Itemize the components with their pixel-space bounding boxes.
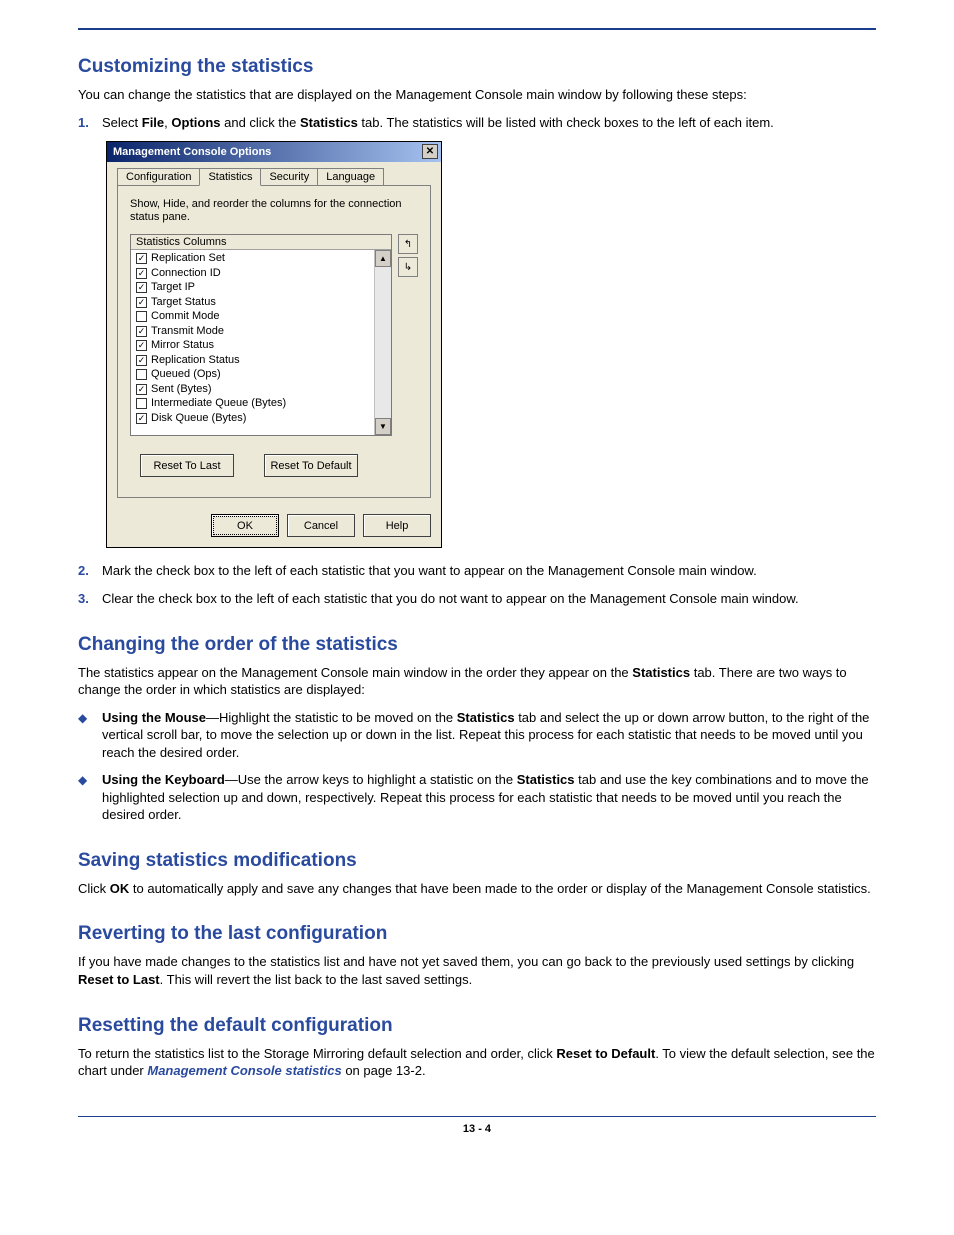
changing-intro: The statistics appear on the Management …: [78, 664, 876, 699]
checkbox-icon[interactable]: ✓: [136, 297, 147, 308]
list-item[interactable]: ✓ Sent (Bytes): [131, 382, 374, 397]
list-item-label: Mirror Status: [151, 338, 214, 353]
help-button[interactable]: Help: [363, 514, 431, 537]
diamond-icon: ◆: [78, 771, 102, 788]
bullet-keyboard: ◆ Using the Keyboard—Use the arrow keys …: [78, 771, 876, 824]
listbox-header: Statistics Columns: [131, 235, 391, 250]
statistics-listbox[interactable]: Statistics Columns ✓ Replication Set ✓ Conn…: [130, 234, 392, 436]
heading-reverting: Reverting to the last configuration: [78, 923, 876, 945]
list-item-label: Queued (Ops): [151, 367, 221, 382]
scrollbar[interactable]: ▲ ▼: [374, 250, 391, 435]
list-item-label: Intermediate Queue (Bytes): [151, 396, 286, 411]
saving-text: Click OK to automatically apply and save…: [78, 880, 876, 898]
tab-security[interactable]: Security: [260, 168, 318, 185]
list-item-label: Transmit Mode: [151, 324, 224, 339]
list-item[interactable]: Queued (Ops): [131, 367, 374, 382]
checkbox-icon[interactable]: ✓: [136, 384, 147, 395]
ok-button[interactable]: OK: [211, 514, 279, 537]
reset-to-default-button[interactable]: Reset To Default: [264, 454, 358, 477]
reverting-text: If you have made changes to the statisti…: [78, 953, 876, 988]
list-item-label: Sent (Bytes): [151, 382, 212, 397]
dialog-title: Management Console Options: [113, 146, 271, 158]
step-3: 3. Clear the check box to the left of ea…: [78, 590, 876, 608]
top-rule: [78, 28, 876, 30]
customizing-intro: You can change the statistics that are d…: [78, 86, 876, 104]
step-num-1: 1.: [78, 114, 102, 132]
heading-saving: Saving statistics modifications: [78, 850, 876, 872]
heading-changing: Changing the order of the statistics: [78, 634, 876, 656]
list-item[interactable]: Commit Mode: [131, 309, 374, 324]
scroll-down-icon[interactable]: ▼: [375, 418, 391, 435]
step-num-3: 3.: [78, 590, 102, 608]
step-2: 2. Mark the check box to the left of eac…: [78, 562, 876, 580]
close-icon[interactable]: ✕: [422, 144, 438, 159]
dialog-screenshot: Management Console Options ✕ Configurati…: [106, 141, 876, 548]
list-item[interactable]: ✓ Target Status: [131, 295, 374, 310]
checkbox-icon[interactable]: ✓: [136, 340, 147, 351]
list-item-label: Disk Queue (Bytes): [151, 411, 246, 426]
list-item-label: Replication Status: [151, 353, 240, 368]
checkbox-icon[interactable]: ✓: [136, 355, 147, 366]
checkbox-icon[interactable]: [136, 369, 147, 380]
diamond-icon: ◆: [78, 709, 102, 726]
checkbox-icon[interactable]: ✓: [136, 413, 147, 424]
list-item-label: Commit Mode: [151, 309, 219, 324]
list-item[interactable]: ✓ Mirror Status: [131, 338, 374, 353]
dialog-tabs: Configuration Statistics Security Langua…: [107, 162, 441, 185]
dialog-titlebar: Management Console Options ✕: [107, 142, 441, 162]
checkbox-icon[interactable]: [136, 311, 147, 322]
list-item-label: Connection ID: [151, 266, 221, 281]
checkbox-icon[interactable]: ✓: [136, 326, 147, 337]
step-2-text: Mark the check box to the left of each s…: [102, 562, 757, 580]
resetting-text: To return the statistics list to the Sto…: [78, 1045, 876, 1080]
list-item[interactable]: ✓ Target IP: [131, 280, 374, 295]
step-1: 1. Select File, Options and click the St…: [78, 114, 876, 132]
dialog-instruction: Show, Hide, and reorder the columns for …: [130, 198, 418, 224]
checkbox-icon[interactable]: ✓: [136, 282, 147, 293]
bullet-mouse: ◆ Using the Mouse—Highlight the statisti…: [78, 709, 876, 762]
scroll-up-icon[interactable]: ▲: [375, 250, 391, 267]
move-up-button[interactable]: ↰: [398, 234, 418, 254]
page-number: 13 - 4: [78, 1123, 876, 1135]
reset-to-last-button[interactable]: Reset To Last: [140, 454, 234, 477]
tab-language[interactable]: Language: [317, 168, 384, 185]
step-1-text: Select File, Options and click the Stati…: [102, 114, 774, 132]
cancel-button[interactable]: Cancel: [287, 514, 355, 537]
list-item-label: Target IP: [151, 280, 195, 295]
list-item[interactable]: ✓ Replication Set: [131, 251, 374, 266]
checkbox-icon[interactable]: [136, 398, 147, 409]
heading-resetting: Resetting the default configuration: [78, 1015, 876, 1037]
list-item[interactable]: ✓ Transmit Mode: [131, 324, 374, 339]
checkbox-icon[interactable]: ✓: [136, 253, 147, 264]
bottom-rule: [78, 1116, 876, 1117]
move-down-button[interactable]: ↳: [398, 257, 418, 277]
step-num-2: 2.: [78, 562, 102, 580]
link-management-console-statistics[interactable]: Management Console statistics: [147, 1063, 341, 1078]
list-item[interactable]: ✓ Disk Queue (Bytes): [131, 411, 374, 426]
checkbox-icon[interactable]: ✓: [136, 268, 147, 279]
list-item-label: Target Status: [151, 295, 216, 310]
list-item[interactable]: ✓ Connection ID: [131, 266, 374, 281]
list-item[interactable]: ✓ Replication Status: [131, 353, 374, 368]
list-item[interactable]: Intermediate Queue (Bytes): [131, 396, 374, 411]
tab-configuration[interactable]: Configuration: [117, 168, 200, 185]
step-3-text: Clear the check box to the left of each …: [102, 590, 799, 608]
tab-statistics[interactable]: Statistics: [199, 168, 261, 186]
heading-customizing: Customizing the statistics: [78, 56, 876, 78]
list-item-label: Replication Set: [151, 251, 225, 266]
